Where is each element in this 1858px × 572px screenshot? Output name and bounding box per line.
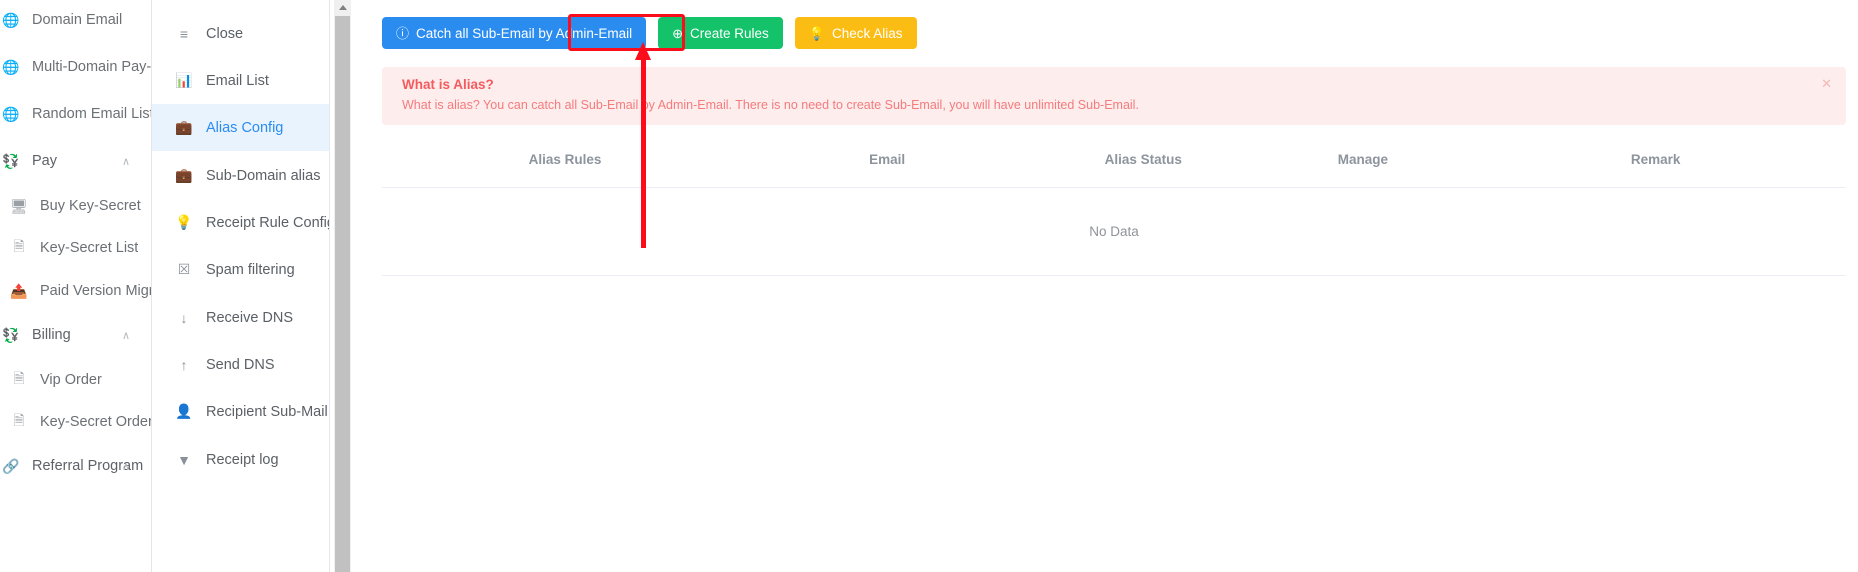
subnav-item-close[interactable]: ≡ Close	[152, 10, 329, 57]
user-icon: 👤	[175, 403, 193, 419]
wallet-icon: 💼	[175, 167, 193, 183]
subnav-item-label: Sub-Domain alias	[206, 167, 321, 184]
doc-key-icon: 🗎	[13, 238, 25, 254]
table-empty-row: No Data	[382, 187, 1846, 276]
sidebar-item-buy-key-secret[interactable]: 🖥 Buy Key-Secret	[0, 191, 151, 221]
pay-icon: 💱	[2, 326, 20, 343]
subnav-item-email-list[interactable]: 📊 Email List	[152, 57, 329, 104]
catch-all-sub-email-label: Catch all Sub-Email by Admin-Email	[416, 25, 633, 41]
sidebar-item-multi-domain-pay-group[interactable]: 🌐 Multi-Domain Pay-Group	[0, 52, 152, 82]
subnav-item-label: Close	[206, 25, 244, 42]
subnav-item-receive-dns[interactable]: ↓ Receive DNS	[152, 294, 329, 341]
collapse-menu-icon: ≡	[179, 25, 189, 42]
check-alias-button[interactable]: 💡 Check Alias	[794, 17, 917, 49]
plus-circle-icon: ⊕	[672, 25, 684, 41]
bulb-icon: 💡	[808, 25, 825, 41]
globe-icon: 🌐	[2, 58, 20, 75]
check-alias-label: Check Alias	[832, 25, 903, 41]
wallet-icon: 💼	[175, 119, 193, 135]
arrow-down-icon: ↓	[180, 309, 188, 326]
upgrade-bag-icon: 📤	[10, 282, 28, 299]
sidebar-item-pay[interactable]: 💱 Pay ∧	[0, 146, 151, 176]
sidebar-item-label: Multi-Domain Pay-Group	[32, 59, 152, 75]
sidebar-item-billing[interactable]: 💱 Billing ∧	[0, 320, 151, 350]
scrollbar-thumb[interactable]	[335, 16, 350, 572]
subnav-item-label: Recipient Sub-Mail	[206, 403, 328, 420]
empty-state-text: No Data	[382, 187, 1846, 276]
alias-info-alert: What is Alias? What is alias? You can ca…	[382, 67, 1846, 126]
globe-icon: 🌐	[2, 105, 20, 122]
sidebar-item-label: Buy Key-Secret	[40, 198, 141, 214]
subnav-item-label: Send DNS	[206, 356, 275, 373]
sidebar-item-random-email-list[interactable]: 🌐 Random Email List	[0, 99, 152, 129]
table-head: Alias Rules Email Alias Status Manage Re…	[382, 131, 1846, 188]
globe-icon: 🌐	[2, 11, 20, 28]
sidebar-item-label: Key-Secret List	[40, 240, 139, 256]
triangle-down-icon: ▼	[177, 451, 191, 468]
sidebar-item-key-secret-list[interactable]: 🗎 Key-Secret List	[0, 233, 151, 263]
primary-sidebar: 🌐 Domain Email 🌐 Multi-Domain Pay-Group 🌐 Ran…	[0, 0, 152, 572]
sidebar-item-label: Domain Email	[32, 12, 123, 28]
subnav-item-label: Receipt log	[206, 451, 279, 468]
chevron-up-icon[interactable]: ∧	[122, 155, 130, 168]
sidebar-item-vip-order[interactable]: 🗎 Vip Order	[0, 365, 151, 395]
subnav-item-label: Email List	[206, 72, 269, 89]
chevron-up-icon[interactable]: ∧	[122, 460, 130, 473]
subnav-item-sub-domain-alias[interactable]: 💼 Sub-Domain alias	[152, 152, 329, 199]
subnav-item-label: Receive DNS	[206, 309, 294, 326]
close-icon[interactable]: ✕	[1821, 77, 1832, 90]
sidebar-item-paid-version-migration[interactable]: 📤 Paid Version Migration	[0, 276, 152, 306]
sidebar-item-label: Pay	[32, 153, 57, 169]
subnav-item-alias-config[interactable]: 💼 Alias Config	[152, 104, 329, 151]
subnav-item-receipt-log[interactable]: ▼ Receipt log	[152, 436, 329, 483]
subnav-item-recipient-sub-mail[interactable]: 👤 Recipient Sub-Mail	[152, 388, 329, 435]
alert-title: What is Alias?	[402, 77, 494, 92]
doc-key-icon: 🗎	[13, 412, 25, 428]
subnav-item-label: Spam filtering	[206, 261, 295, 278]
column-header-email: Email	[748, 131, 1027, 188]
table-header-row: Alias Rules Email Alias Status Manage Re…	[382, 131, 1846, 188]
info-circle-icon: ⓘ	[396, 25, 410, 41]
column-header-remark: Remark	[1465, 131, 1846, 188]
doc-key-icon: 🗎	[13, 370, 25, 386]
sidebar-item-label: Billing	[32, 327, 71, 343]
catch-all-sub-email-button[interactable]: ⓘ Catch all Sub-Email by Admin-Email	[382, 17, 647, 49]
column-header-manage: Manage	[1260, 131, 1466, 188]
subnav-item-label: Alias Config	[206, 119, 284, 136]
arrow-up-icon: ↑	[180, 356, 188, 373]
action-toolbar: ⓘ Catch all Sub-Email by Admin-Email ⊕ C…	[382, 16, 1846, 50]
sidebar-item-label: Vip Order	[40, 372, 102, 388]
page-scrollbar[interactable]	[330, 0, 360, 572]
sidebar-item-label: Key-Secret Order	[40, 414, 152, 430]
key-box-icon: 🖥	[10, 197, 28, 214]
sidebar-item-domain-email[interactable]: 🌐 Domain Email	[0, 5, 151, 35]
pay-icon: 💱	[2, 152, 20, 169]
chevron-up-icon[interactable]: ∧	[122, 329, 130, 342]
bar-chart-icon: 📊	[175, 72, 193, 88]
referral-icon: 🔗	[2, 457, 20, 474]
app-root: 🌐 Domain Email 🌐 Multi-Domain Pay-Group 🌐 Ran…	[0, 0, 1858, 572]
alert-description: What is alias? You can catch all Sub-Ema…	[402, 98, 1139, 112]
create-rules-button[interactable]: ⊕ Create Rules	[658, 17, 783, 49]
subnav-item-send-dns[interactable]: ↑ Send DNS	[152, 341, 329, 388]
sidebar-item-label: Random Email List	[32, 106, 152, 122]
sidebar-item-label: Paid Version Migration	[40, 283, 152, 299]
sidebar-item-key-secret-order[interactable]: 🗎 Key-Secret Order	[0, 407, 152, 437]
subnav-item-label: Receipt Rule Config	[206, 214, 330, 231]
create-rules-label: Create Rules	[690, 25, 769, 41]
spam-box-icon: ☒	[177, 261, 191, 277]
subnav-item-spam-filtering[interactable]: ☒ Spam filtering	[152, 246, 329, 293]
column-header-alias-status: Alias Status	[1026, 131, 1261, 188]
alias-rules-table: Alias Rules Email Alias Status Manage Re…	[382, 131, 1846, 276]
column-header-alias-rules: Alias Rules	[382, 131, 748, 188]
table-body: No Data	[382, 187, 1846, 276]
sidebar-item-referral-program[interactable]: 🔗 Referral Program ∧	[0, 451, 151, 481]
bulb-icon: 💡	[175, 214, 193, 230]
scrollbar-up-arrow-icon[interactable]	[334, 0, 351, 14]
subnav-item-receipt-rule-config[interactable]: 💡 Receipt Rule Config	[152, 199, 330, 246]
secondary-sidebar: ≡ Close 📊 Email List 💼 Alias Config 💼 Sub-Domai…	[152, 0, 330, 572]
main-content: ⓘ Catch all Sub-Email by Admin-Email ⊕ C…	[360, 0, 1858, 572]
